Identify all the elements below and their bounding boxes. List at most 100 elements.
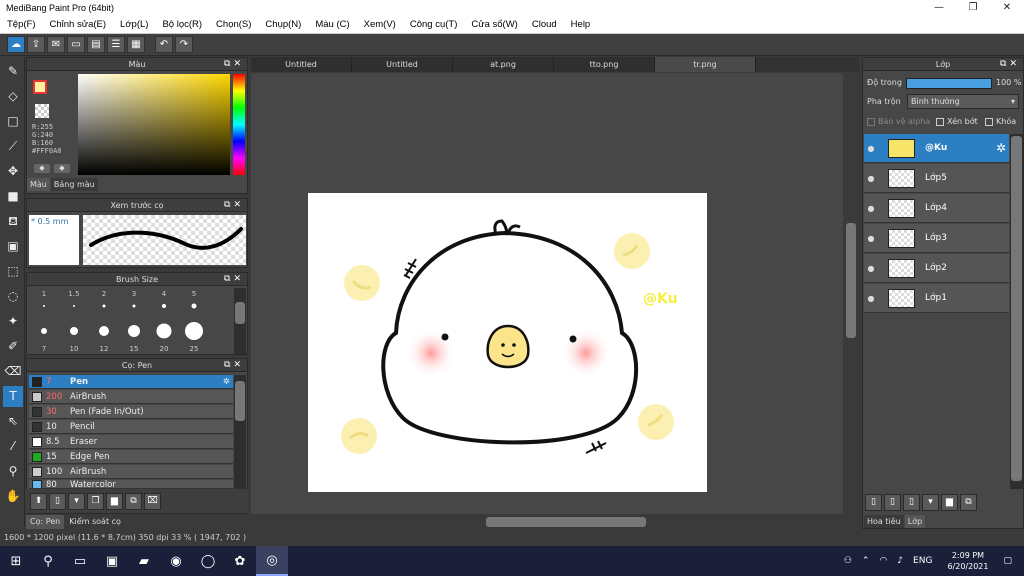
size-3[interactable]: 3 [119, 288, 149, 321]
brush-row[interactable]: 200 AirBrush [29, 390, 233, 404]
layer-row[interactable]: ● Lớp3 [864, 224, 1009, 253]
medibang-icon[interactable]: ◎ [256, 546, 288, 576]
windows-start-icon[interactable]: ⊞ [0, 546, 32, 576]
camera-app-icon[interactable]: ▣ [96, 546, 128, 576]
brush-menu-icon[interactable]: ▾ [68, 492, 85, 510]
add-layer-menu-icon[interactable]: ▾ [922, 493, 939, 511]
brush-row[interactable]: 8.5 Eraser [29, 435, 233, 449]
brush-row[interactable]: 15 Edge Pen [29, 450, 233, 464]
duplicate-layer-icon[interactable]: ⧉ [960, 493, 977, 511]
clock[interactable]: 2:09 PM 6/20/2021 [942, 550, 993, 572]
panel-close-icon[interactable]: ⧉✕ [224, 359, 244, 372]
doc-tab[interactable]: at.png [453, 57, 554, 72]
select-eraser-icon[interactable]: ⌫ [3, 361, 23, 382]
brush-tool-icon[interactable]: ✎ [3, 61, 23, 82]
language-indicator[interactable]: ENG [913, 556, 932, 566]
panel-close-icon[interactable]: ⧉✕ [224, 273, 244, 286]
opacity-slider[interactable] [906, 78, 992, 89]
doc-tab[interactable]: tto.png [554, 57, 655, 72]
task-view-icon[interactable]: ▭ [64, 546, 96, 576]
brush-row[interactable]: 7 Pen ✲ [29, 375, 233, 389]
canvas-area[interactable]: @Ku [251, 73, 843, 514]
brush-row[interactable]: 10 Pencil [29, 420, 233, 434]
hue-slider[interactable] [233, 74, 245, 175]
canvas-horizontal-scrollbar[interactable] [251, 514, 859, 530]
size-25[interactable]: 25 [179, 321, 209, 354]
brush-row[interactable]: 30 Pen (Fade In/Out) [29, 405, 233, 419]
undo-icon[interactable]: ↶ [155, 36, 173, 53]
eraser-tool-icon[interactable]: ◇ [3, 86, 23, 107]
size-20[interactable]: 20 [149, 321, 179, 354]
saturation-value-picker[interactable] [78, 74, 230, 175]
doc-tab[interactable]: Untitled [352, 57, 453, 72]
duplicate-icon[interactable]: ⧉ [125, 492, 142, 510]
redo-icon[interactable]: ↷ [175, 36, 193, 53]
wifi-icon[interactable]: ◠ [879, 556, 887, 566]
divide-tool-icon[interactable]: ⁄ [3, 436, 23, 457]
folder-icon[interactable]: ▆ [941, 493, 958, 511]
magic-wand-icon[interactable]: ✦ [3, 311, 23, 332]
eye-icon[interactable]: ● [864, 144, 878, 153]
comment-icon[interactable]: ✉ [47, 36, 65, 53]
size-1[interactable]: 1 [29, 288, 59, 321]
gear-icon[interactable]: ✲ [223, 377, 230, 387]
tab-color[interactable]: Màu [27, 178, 50, 191]
grid-icon[interactable]: ▦ [127, 36, 145, 53]
eyedropper-icon[interactable]: ⚲ [3, 461, 23, 482]
minimize-button[interactable]: — [922, 0, 956, 16]
size-15[interactable]: 15 [119, 321, 149, 354]
layer-row[interactable]: ● Lớp5 [864, 164, 1009, 193]
panel-close-icon[interactable]: ⧉✕ [224, 58, 244, 71]
people-icon[interactable]: ⚇ [844, 556, 852, 566]
eye-icon[interactable]: ● [864, 174, 878, 183]
size-4[interactable]: 4 [149, 288, 179, 321]
message-icon[interactable]: ▭ [67, 36, 85, 53]
file-explorer-icon[interactable]: ▰ [128, 546, 160, 576]
select-tool-icon[interactable]: ⬚ [3, 261, 23, 282]
protect-alpha[interactable]: Bảo vệ alpha [867, 117, 930, 126]
layer-row[interactable]: ● Lớp2 [864, 254, 1009, 283]
menu-snap[interactable]: Chụp(N) [258, 19, 308, 30]
fill-rect-icon[interactable]: ■ [3, 186, 23, 207]
brushsize-scrollbar[interactable] [234, 288, 246, 354]
brush-scrollbar[interactable] [234, 375, 246, 489]
layer-row[interactable]: ● @Ku ✲ [864, 134, 1009, 163]
paint-app-icon[interactable]: ✿ [224, 546, 256, 576]
bucket-tool-icon[interactable]: ⛾ [3, 211, 23, 232]
layer-row[interactable]: ● Lớp4 [864, 194, 1009, 223]
size-5[interactable]: 5 [179, 288, 209, 321]
menu-file[interactable]: Tệp(F) [0, 19, 43, 30]
menu-color[interactable]: Màu (C) [308, 19, 356, 30]
blend-select[interactable]: Bình thường ▾ [907, 94, 1019, 109]
layer-row[interactable]: ● Lớp1 [864, 284, 1009, 313]
eye-icon[interactable]: ● [864, 264, 878, 273]
panel-close-icon[interactable]: ⧉✕ [1000, 58, 1020, 71]
folder-icon[interactable]: ▆ [106, 492, 123, 510]
list-icon[interactable]: ☰ [107, 36, 125, 53]
tray-expand-icon[interactable]: ⌃ [862, 556, 870, 566]
add-brush-icon[interactable]: ⬆ [30, 492, 47, 510]
share-icon[interactable]: ⇪ [27, 36, 45, 53]
tab-palette[interactable]: Bảng màu [50, 178, 98, 191]
size-2[interactable]: 2 [89, 288, 119, 321]
opera-icon[interactable]: ◯ [192, 546, 224, 576]
notification-icon[interactable]: ▢ [1003, 556, 1012, 566]
trash-icon[interactable]: ⌧ [144, 492, 161, 510]
background-color-swatch[interactable] [35, 104, 49, 118]
menu-tools[interactable]: Công cụ(T) [403, 19, 465, 30]
canvas-vertical-scrollbar[interactable] [843, 73, 859, 514]
line-tool-icon[interactable]: ⟋ [3, 136, 23, 157]
new-layer-icon[interactable]: ▯ [865, 493, 882, 511]
menu-edit[interactable]: Chỉnh sửa(E) [43, 19, 114, 30]
menu-cloud[interactable]: Cloud [525, 19, 564, 30]
menu-view[interactable]: Xem(V) [357, 19, 403, 30]
clip-checkbox[interactable]: Xén bớt [936, 117, 978, 126]
lasso-tool-icon[interactable]: ◌ [3, 286, 23, 307]
zalo-icon[interactable]: ◉ [160, 546, 192, 576]
menu-window[interactable]: Cửa sổ(W) [464, 19, 524, 30]
eye-icon[interactable]: ● [864, 294, 878, 303]
new-layer-2-icon[interactable]: ▯ [884, 493, 901, 511]
size-12[interactable]: 12 [89, 321, 119, 354]
eye-icon[interactable]: ● [864, 204, 878, 213]
gradient-tool-icon[interactable]: ▣ [3, 236, 23, 257]
